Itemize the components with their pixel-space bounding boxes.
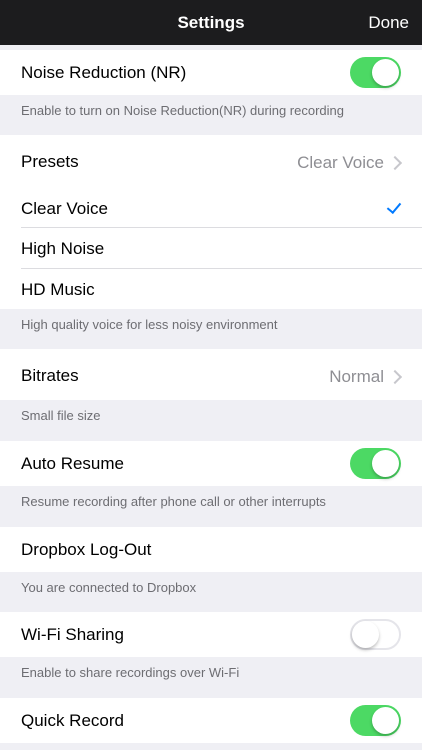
bitrates-label: Bitrates [21, 366, 79, 385]
preset-option-label: HD Music [21, 280, 95, 299]
presets-footer: High quality voice for less noisy enviro… [21, 317, 278, 332]
noise-reduction-row: Noise Reduction (NR) [0, 50, 422, 95]
auto-resume-toggle[interactable] [350, 448, 401, 479]
navigation-bar: Settings Done [0, 0, 422, 45]
toggle-knob [352, 621, 379, 648]
preset-option-clear-voice[interactable]: Clear Voice [0, 187, 422, 227]
bitrates-row[interactable]: Bitrates Normal [0, 349, 422, 400]
checkmark-icon [386, 198, 402, 215]
toggle-knob [372, 707, 399, 734]
chevron-right-icon [387, 155, 403, 171]
presets-section: Presets Clear Voice Clear Voice High Noi… [0, 135, 422, 309]
dropbox-logout-row[interactable]: Dropbox Log-Out [0, 527, 422, 572]
preset-option-label: High Noise [21, 239, 105, 258]
bitrates-value: Normal [329, 367, 384, 386]
dropbox-logout-label: Dropbox Log-Out [21, 540, 152, 559]
noise-reduction-label: Noise Reduction (NR) [21, 63, 187, 82]
wifi-sharing-footer: Enable to share recordings over Wi-Fi [21, 665, 240, 680]
auto-resume-row: Auto Resume [0, 441, 422, 486]
toggle-knob [372, 59, 399, 86]
quick-record-toggle[interactable] [350, 705, 401, 736]
quick-record-row: Quick Record [0, 698, 422, 743]
page-title: Settings [177, 13, 245, 32]
wifi-sharing-toggle[interactable] [350, 619, 401, 650]
quick-record-label: Quick Record [21, 711, 124, 730]
presets-label: Presets [21, 152, 79, 171]
preset-option-high-noise[interactable]: High Noise [0, 228, 422, 268]
noise-reduction-footer: Enable to turn on Noise Reduction(NR) du… [21, 103, 345, 118]
dropbox-footer: You are connected to Dropbox [21, 580, 197, 595]
wifi-sharing-label: Wi-Fi Sharing [21, 625, 124, 644]
auto-resume-footer: Resume recording after phone call or oth… [21, 494, 326, 509]
presets-value: Clear Voice [297, 153, 384, 172]
preset-option-label: Clear Voice [21, 199, 108, 218]
chevron-right-icon [387, 369, 403, 385]
noise-reduction-toggle[interactable] [350, 57, 401, 88]
preset-option-hd-music[interactable]: HD Music [0, 269, 422, 309]
done-button[interactable]: Done [368, 0, 409, 45]
presets-row[interactable]: Presets Clear Voice [0, 135, 422, 187]
bitrates-footer: Small file size [21, 408, 101, 423]
auto-resume-label: Auto Resume [21, 454, 124, 473]
wifi-sharing-row: Wi-Fi Sharing [0, 612, 422, 657]
toggle-knob [372, 450, 399, 477]
